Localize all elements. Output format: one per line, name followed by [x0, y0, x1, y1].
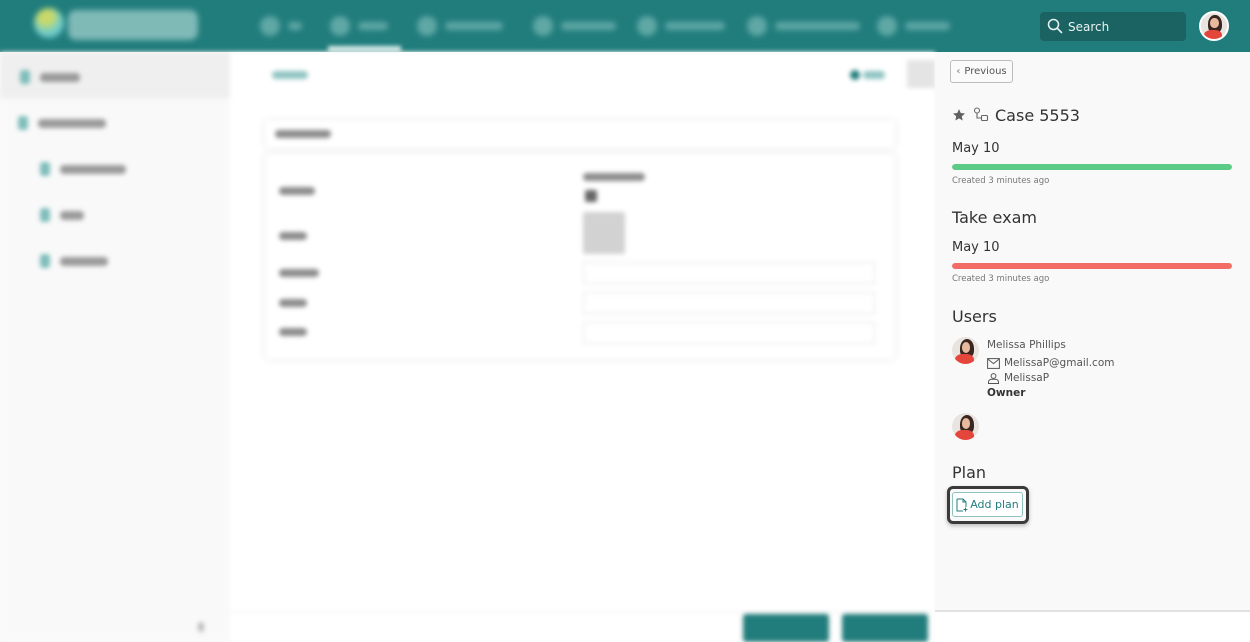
task-created-text: Created 3 minutes ago [952, 274, 1050, 284]
upload-icon[interactable] [585, 190, 597, 202]
user-name: Melissa Phillips [987, 339, 1066, 351]
task-form-area [230, 52, 935, 642]
user-username-text: MelissaP [1004, 372, 1050, 384]
search-box[interactable] [1040, 12, 1186, 41]
field-label [279, 328, 307, 336]
participant-avatar[interactable] [952, 413, 979, 440]
case-progress-bar [952, 164, 1232, 170]
user-email: MelissaP@gmail.com [987, 357, 1115, 369]
form-title [275, 130, 331, 138]
previous-label: Previous [964, 66, 1007, 77]
task-progress-bar [952, 263, 1232, 269]
field-label [279, 232, 307, 240]
sidebar-icon [40, 254, 50, 268]
patient-select[interactable] [583, 322, 875, 344]
case-due-date: May 10 [952, 141, 1000, 156]
logo-mark-icon [34, 8, 64, 38]
menu-icon [533, 16, 553, 36]
search-input[interactable] [1068, 16, 1180, 37]
user-email-text: MelissaP@gmail.com [1004, 357, 1115, 369]
form-panel [265, 154, 895, 359]
print-icon [850, 70, 860, 80]
logo-wordmark [68, 10, 198, 40]
mail-icon [987, 357, 1000, 369]
panel-toggle-button[interactable] [907, 60, 935, 88]
collapse-sidebar-icon[interactable] [198, 622, 204, 632]
chevron-left-icon: ‹ [956, 66, 961, 77]
sidebar-icon [18, 116, 28, 130]
task-progress-fill [952, 263, 1232, 269]
search-icon [1047, 18, 1063, 34]
case-created-text: Created 3 minutes ago [952, 176, 1050, 186]
background-workspace [0, 52, 935, 642]
menu-icon [877, 16, 897, 36]
sidebar-icon [20, 70, 30, 84]
plan-heading: Plan [952, 463, 987, 482]
case-summary-panel: ‹ Previous Case 5553 May 10 Created 3 mi… [935, 52, 1250, 610]
top-navigation-bar [0, 0, 1250, 52]
workflow-icon [973, 107, 989, 122]
results-input[interactable] [583, 292, 875, 314]
menu-icon [260, 16, 280, 36]
field-label [279, 187, 315, 195]
menu-icon [417, 16, 437, 36]
previous-button[interactable]: ‹ Previous [950, 60, 1013, 83]
task-title: Take exam [952, 208, 1037, 227]
save-button[interactable] [743, 614, 829, 642]
user-username: MelissaP [987, 372, 1049, 384]
bizagi-logo[interactable] [30, 4, 205, 48]
main-menu [255, 10, 955, 42]
menu-icon [330, 16, 350, 36]
field-label [279, 299, 307, 307]
sidebar-icon [40, 208, 50, 222]
user-avatar[interactable] [1199, 11, 1229, 41]
add-plan-label: Add plan [970, 498, 1019, 511]
task-due-date: May 10 [952, 240, 1000, 255]
user-role: Owner [987, 387, 1026, 399]
case-progress-fill [952, 164, 1232, 170]
add-file-icon [956, 498, 968, 511]
menu-icon [747, 16, 767, 36]
sidebar-icon [40, 162, 50, 176]
menu-icon [637, 16, 657, 36]
form-header [265, 120, 895, 148]
star-icon[interactable] [952, 108, 966, 122]
field-label [279, 269, 319, 277]
person-icon [988, 372, 999, 384]
sidebar-item-active-bg [0, 52, 230, 98]
case-title: Case 5553 [995, 105, 1080, 125]
case-header: Case 5553 [952, 104, 1080, 126]
users-heading: Users [952, 307, 997, 326]
back-link[interactable] [272, 71, 308, 79]
no-files-text [583, 173, 645, 181]
print-link[interactable] [863, 71, 885, 79]
user-avatar[interactable] [952, 337, 979, 364]
case-sidebar [0, 52, 230, 642]
next-button[interactable] [842, 614, 928, 642]
panel-footer [935, 610, 1250, 642]
add-plan-button[interactable]: Add plan [952, 492, 1023, 517]
footer-divider [230, 612, 935, 613]
picture-upload[interactable] [583, 212, 625, 254]
date-time-input[interactable] [583, 262, 875, 284]
